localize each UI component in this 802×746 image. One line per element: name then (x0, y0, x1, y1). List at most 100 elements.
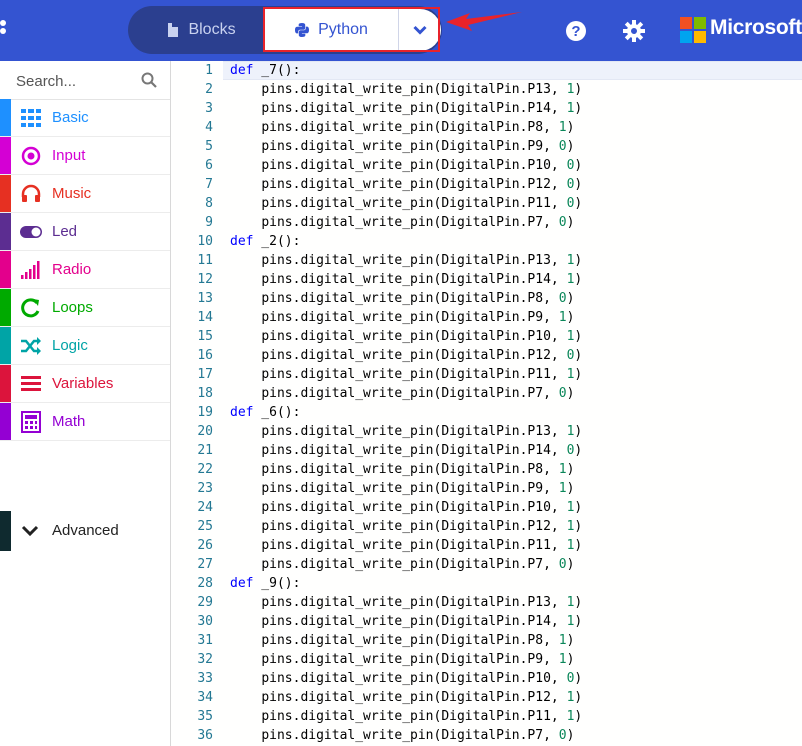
line-number: 32 (197, 652, 213, 667)
code-line[interactable]: pins.digital_write_pin(DigitalPin.P14, 1… (230, 99, 582, 118)
menu-icon[interactable] (0, 20, 6, 42)
line-number: 30 (197, 614, 213, 629)
code-line[interactable]: pins.digital_write_pin(DigitalPin.P9, 1) (230, 479, 574, 498)
code-line[interactable]: pins.digital_write_pin(DigitalPin.P7, 0) (230, 213, 574, 232)
code-line[interactable]: pins.digital_write_pin(DigitalPin.P10, 0… (230, 669, 582, 688)
microsoft-logo[interactable] (680, 17, 706, 43)
code-line[interactable]: pins.digital_write_pin(DigitalPin.P9, 1) (230, 308, 574, 327)
code-line[interactable]: pins.digital_write_pin(DigitalPin.P9, 1) (230, 650, 574, 669)
toolbox-category-math[interactable]: Math (0, 403, 170, 441)
code-line[interactable]: pins.digital_write_pin(DigitalPin.P11, 0… (230, 194, 582, 213)
toolbox-category-variables[interactable]: Variables (0, 365, 170, 403)
code-text: ) (566, 386, 575, 401)
search-icon[interactable] (141, 72, 157, 88)
code-text: pins.digital_write_pin(DigitalPin.P12, (261, 348, 567, 363)
blocks-label: Blocks (188, 21, 236, 38)
code-text: pins.digital_write_pin(DigitalPin.P14, (261, 614, 567, 629)
toolbox-category-music[interactable]: Music (0, 175, 170, 213)
current-line-highlight (223, 61, 802, 80)
code-line[interactable]: pins.digital_write_pin(DigitalPin.P8, 0) (230, 289, 574, 308)
code-editor[interactable]: 1 2 3 4 5 6 7 8 9 10 11 12 13 14 15 16 17 18 19 20 21 22 23 24 2… (171, 61, 802, 746)
chevron-down-icon (21, 525, 39, 537)
code-line[interactable]: pins.digital_write_pin(DigitalPin.P14, 1… (230, 612, 582, 631)
code-text: pins.digital_write_pin(DigitalPin.P8, (261, 120, 559, 135)
code-text: ) (566, 652, 575, 667)
line-number: 4 (205, 120, 213, 135)
code-line[interactable]: pins.digital_write_pin(DigitalPin.P14, 0… (230, 441, 582, 460)
annotation-arrow (446, 12, 522, 31)
code-text: pins.digital_write_pin(DigitalPin.P13, (261, 82, 567, 97)
code-line[interactable]: pins.digital_write_pin(DigitalPin.P7, 0) (230, 555, 574, 574)
toolbox-category-led[interactable]: Led (0, 213, 170, 251)
category-color-strip (0, 403, 11, 440)
code-text: ) (566, 215, 575, 230)
search-input[interactable] (14, 69, 138, 93)
code-line[interactable]: pins.digital_write_pin(DigitalPin.P9, 0) (230, 137, 574, 156)
keyword: def (230, 63, 254, 78)
code-line[interactable]: pins.digital_write_pin(DigitalPin.P13, 1… (230, 593, 582, 612)
toolbox-category-loops[interactable]: Loops (0, 289, 170, 327)
blocks-button[interactable]: Blocks (136, 10, 266, 50)
category-label: Variables (52, 375, 114, 392)
toolbox-category-input[interactable]: Input (0, 137, 170, 175)
code-line[interactable]: def _2(): (230, 232, 300, 251)
code-line[interactable]: pins.digital_write_pin(DigitalPin.P10, 1… (230, 327, 582, 346)
code-line[interactable]: pins.digital_write_pin(DigitalPin.P12, 0… (230, 175, 582, 194)
code-text: pins.digital_write_pin(DigitalPin.P12, (261, 690, 567, 705)
code-line[interactable]: pins.digital_write_pin(DigitalPin.P11, 1… (230, 707, 582, 726)
refresh-icon (21, 298, 40, 318)
gear-icon[interactable] (623, 20, 645, 42)
code-line[interactable]: pins.digital_write_pin(DigitalPin.P11, 1… (230, 365, 582, 384)
code-line[interactable]: pins.digital_write_pin(DigitalPin.P12, 0… (230, 346, 582, 365)
help-icon[interactable]: ? (565, 20, 587, 42)
target-icon (21, 146, 41, 166)
code-text: pins.digital_write_pin(DigitalPin.P10, (261, 500, 567, 515)
code-line[interactable]: pins.digital_write_pin(DigitalPin.P10, 0… (230, 156, 582, 175)
line-number: 7 (205, 177, 213, 192)
toolbox-advanced[interactable]: Advanced (0, 511, 170, 551)
code-line[interactable]: def _9(): (230, 574, 300, 593)
code-line[interactable]: pins.digital_write_pin(DigitalPin.P7, 0) (230, 726, 574, 745)
code-line[interactable]: pins.digital_write_pin(DigitalPin.P7, 0) (230, 384, 574, 403)
code-line[interactable]: pins.digital_write_pin(DigitalPin.P13, 1… (230, 251, 582, 270)
code-line[interactable]: pins.digital_write_pin(DigitalPin.P8, 1) (230, 460, 574, 479)
code-line[interactable]: pins.digital_write_pin(DigitalPin.P14, 1… (230, 270, 582, 289)
code-text: ) (574, 158, 583, 173)
code-line[interactable]: pins.digital_write_pin(DigitalPin.P12, 1… (230, 688, 582, 707)
line-number: 1 (205, 63, 213, 78)
line-number: 11 (197, 253, 213, 268)
line-number: 21 (197, 443, 213, 458)
number-literal: 1 (558, 633, 567, 648)
brand-text[interactable]: Microsoft (710, 16, 802, 40)
code-text: pins.digital_write_pin(DigitalPin.P8, (261, 291, 559, 306)
line-number: 5 (205, 139, 213, 154)
code-line[interactable]: pins.digital_write_pin(DigitalPin.P12, 1… (230, 517, 582, 536)
code-line[interactable]: def _6(): (230, 403, 300, 422)
code-line[interactable]: pins.digital_write_pin(DigitalPin.P8, 1) (230, 118, 574, 137)
line-number: 15 (197, 329, 213, 344)
code-line[interactable]: pins.digital_write_pin(DigitalPin.P13, 1… (230, 80, 582, 99)
toolbox-category-radio[interactable]: Radio (0, 251, 170, 289)
code-line[interactable]: pins.digital_write_pin(DigitalPin.P13, 1… (230, 422, 582, 441)
toolbox-category-logic[interactable]: Logic (0, 327, 170, 365)
code-line[interactable]: pins.digital_write_pin(DigitalPin.P10, 1… (230, 498, 582, 517)
category-color-strip (0, 137, 11, 174)
code-text: ) (574, 709, 583, 724)
code-line[interactable]: pins.digital_write_pin(DigitalPin.P8, 1) (230, 631, 574, 650)
code-text: ) (566, 310, 575, 325)
category-label: Loops (52, 299, 93, 316)
code-line[interactable]: def _7(): (230, 61, 300, 80)
number-literal: 1 (558, 652, 567, 667)
toolbox-category-basic[interactable]: Basic (0, 99, 170, 137)
keyword: def (230, 576, 254, 591)
line-number: 26 (197, 538, 213, 553)
code-text: ) (574, 671, 583, 686)
list-icon (21, 376, 41, 391)
code-line[interactable]: pins.digital_write_pin(DigitalPin.P11, 1… (230, 536, 582, 555)
number-literal: 1 (558, 462, 567, 477)
